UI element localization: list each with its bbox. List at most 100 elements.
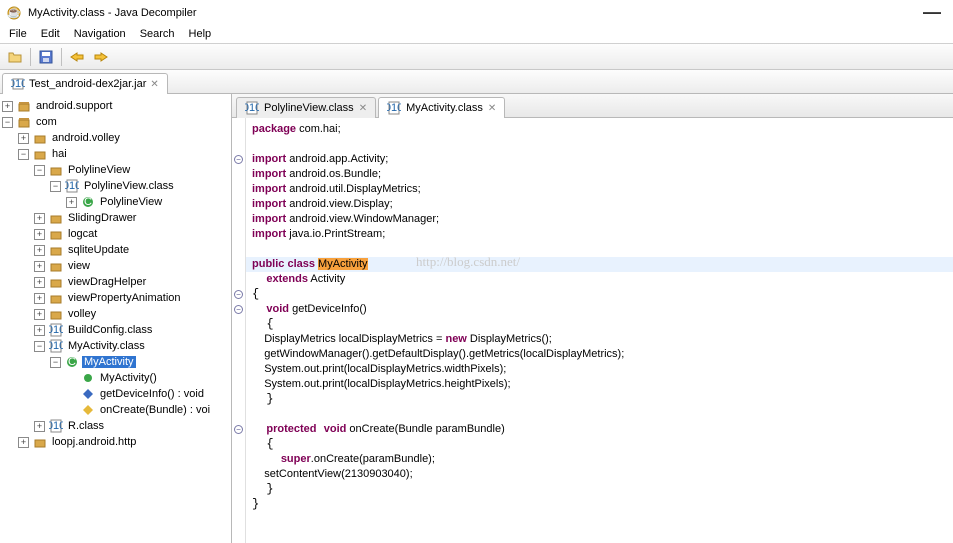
menu-search[interactable]: Search — [133, 26, 182, 42]
minimize-button[interactable]: — — [917, 2, 947, 23]
svg-text:C: C — [68, 356, 76, 368]
collapse-icon[interactable]: − — [50, 181, 61, 192]
save-button[interactable] — [35, 46, 57, 68]
tree-item[interactable]: −com — [2, 114, 229, 130]
class-icon: C — [64, 354, 80, 370]
collapse-icon[interactable]: − — [34, 165, 45, 176]
tree-item[interactable]: −010MyActivity.class — [2, 338, 229, 354]
package-icon — [48, 242, 64, 258]
tree-item[interactable]: +010BuildConfig.class — [2, 322, 229, 338]
classfile-icon: 010 — [48, 338, 64, 354]
nav-back-button[interactable] — [66, 46, 88, 68]
svg-text:010: 010 — [49, 340, 63, 352]
tree-item[interactable]: +logcat — [2, 226, 229, 242]
close-icon[interactable]: ✕ — [150, 79, 158, 90]
toolbar-separator — [30, 48, 31, 66]
svg-text:010: 010 — [65, 180, 79, 192]
svg-text:010: 010 — [49, 420, 63, 432]
file-tabbar: 010 Test_android-dex2jar.jar ✕ — [0, 70, 953, 94]
expand-icon[interactable]: + — [2, 101, 13, 112]
file-tab-label: Test_android-dex2jar.jar — [29, 78, 146, 90]
expand-icon[interactable]: + — [34, 277, 45, 288]
tree-item[interactable]: MyActivity() — [2, 370, 229, 386]
nav-forward-button[interactable] — [90, 46, 112, 68]
menu-help[interactable]: Help — [182, 26, 219, 42]
expand-icon[interactable]: + — [34, 229, 45, 240]
editor-tab-active[interactable]: 010 MyActivity.class ✕ — [378, 97, 505, 118]
package-icon — [48, 290, 64, 306]
package-icon — [16, 98, 32, 114]
tree-item[interactable]: +SlidingDrawer — [2, 210, 229, 226]
expand-icon[interactable]: + — [18, 133, 29, 144]
app-icon: ☕ — [6, 5, 22, 21]
collapse-icon[interactable]: − — [50, 357, 61, 368]
fold-gutter: − − − − — [232, 118, 246, 543]
toolbar-separator — [61, 48, 62, 66]
method-protected-icon — [80, 402, 96, 418]
package-icon — [48, 210, 64, 226]
expand-icon[interactable]: + — [18, 437, 29, 448]
tree-item[interactable]: +view — [2, 258, 229, 274]
package-icon — [16, 114, 32, 130]
file-tab[interactable]: 010 Test_android-dex2jar.jar ✕ — [2, 73, 168, 94]
menu-navigation[interactable]: Navigation — [67, 26, 133, 42]
classfile-icon: 010 — [48, 418, 64, 434]
work-area: +android.support −com +android.volley −h… — [0, 94, 953, 543]
tree-item[interactable]: +viewPropertyAnimation — [2, 290, 229, 306]
collapse-icon[interactable]: − — [2, 117, 13, 128]
classfile-icon: 010 — [245, 101, 259, 115]
expand-icon[interactable]: + — [34, 245, 45, 256]
menu-edit[interactable]: Edit — [34, 26, 67, 42]
tree-item[interactable]: +android.volley — [2, 130, 229, 146]
fold-toggle[interactable]: − — [234, 290, 243, 299]
tree-item[interactable]: +sqliteUpdate — [2, 242, 229, 258]
class-icon: C — [80, 194, 96, 210]
toolbar — [0, 44, 953, 70]
code-editor[interactable]: − − − − http://blog.csdn.net/package com… — [232, 118, 953, 543]
tree-item[interactable]: +CPolylineView — [2, 194, 229, 210]
package-explorer[interactable]: +android.support −com +android.volley −h… — [0, 94, 232, 543]
collapse-icon[interactable]: − — [18, 149, 29, 160]
svg-text:010: 010 — [245, 102, 259, 114]
tree-item[interactable]: −PolylineView — [2, 162, 229, 178]
expand-icon[interactable]: + — [34, 325, 45, 336]
expand-icon[interactable]: + — [34, 213, 45, 224]
open-file-button[interactable] — [4, 46, 26, 68]
expand-icon[interactable]: + — [34, 261, 45, 272]
package-icon — [48, 258, 64, 274]
window-titlebar: ☕ MyActivity.class - Java Decompiler — — [0, 0, 953, 25]
close-icon[interactable]: ✕ — [359, 103, 367, 114]
tree-item[interactable]: +android.support — [2, 98, 229, 114]
source-code[interactable]: http://blog.csdn.net/package com.hai; im… — [246, 118, 953, 543]
editor-tabbar: 010 PolylineView.class ✕ 010 MyActivity.… — [232, 94, 953, 118]
fold-toggle[interactable]: − — [234, 425, 243, 434]
constructor-icon — [80, 370, 96, 386]
expand-icon[interactable]: + — [34, 293, 45, 304]
tree-item[interactable]: +viewDragHelper — [2, 274, 229, 290]
expand-icon[interactable]: + — [34, 421, 45, 432]
tree-item[interactable]: −hai — [2, 146, 229, 162]
tree-item[interactable]: onCreate(Bundle) : voi — [2, 402, 229, 418]
editor-tab[interactable]: 010 PolylineView.class ✕ — [236, 97, 376, 118]
tree-item-selected[interactable]: −CMyActivity — [2, 354, 229, 370]
tree-item[interactable]: +loopj.android.http — [2, 434, 229, 450]
method-default-icon — [80, 386, 96, 402]
collapse-icon[interactable]: − — [34, 341, 45, 352]
editor-area: 010 PolylineView.class ✕ 010 MyActivity.… — [232, 94, 953, 543]
tree-item[interactable]: getDeviceInfo() : void — [2, 386, 229, 402]
expand-icon[interactable]: + — [34, 309, 45, 320]
editor-tab-label: PolylineView.class — [264, 102, 354, 114]
tree-item[interactable]: +volley — [2, 306, 229, 322]
package-icon — [32, 434, 48, 450]
fold-toggle[interactable]: − — [234, 305, 243, 314]
menu-file[interactable]: File — [2, 26, 34, 42]
tree-item[interactable]: −010PolylineView.class — [2, 178, 229, 194]
svg-text:010: 010 — [49, 324, 63, 336]
close-icon[interactable]: ✕ — [488, 103, 496, 114]
fold-toggle[interactable]: − — [234, 155, 243, 164]
svg-text:010: 010 — [387, 102, 401, 114]
tree: +android.support −com +android.volley −h… — [0, 94, 231, 454]
tree-item[interactable]: +010R.class — [2, 418, 229, 434]
package-icon — [48, 226, 64, 242]
expand-icon[interactable]: + — [66, 197, 77, 208]
